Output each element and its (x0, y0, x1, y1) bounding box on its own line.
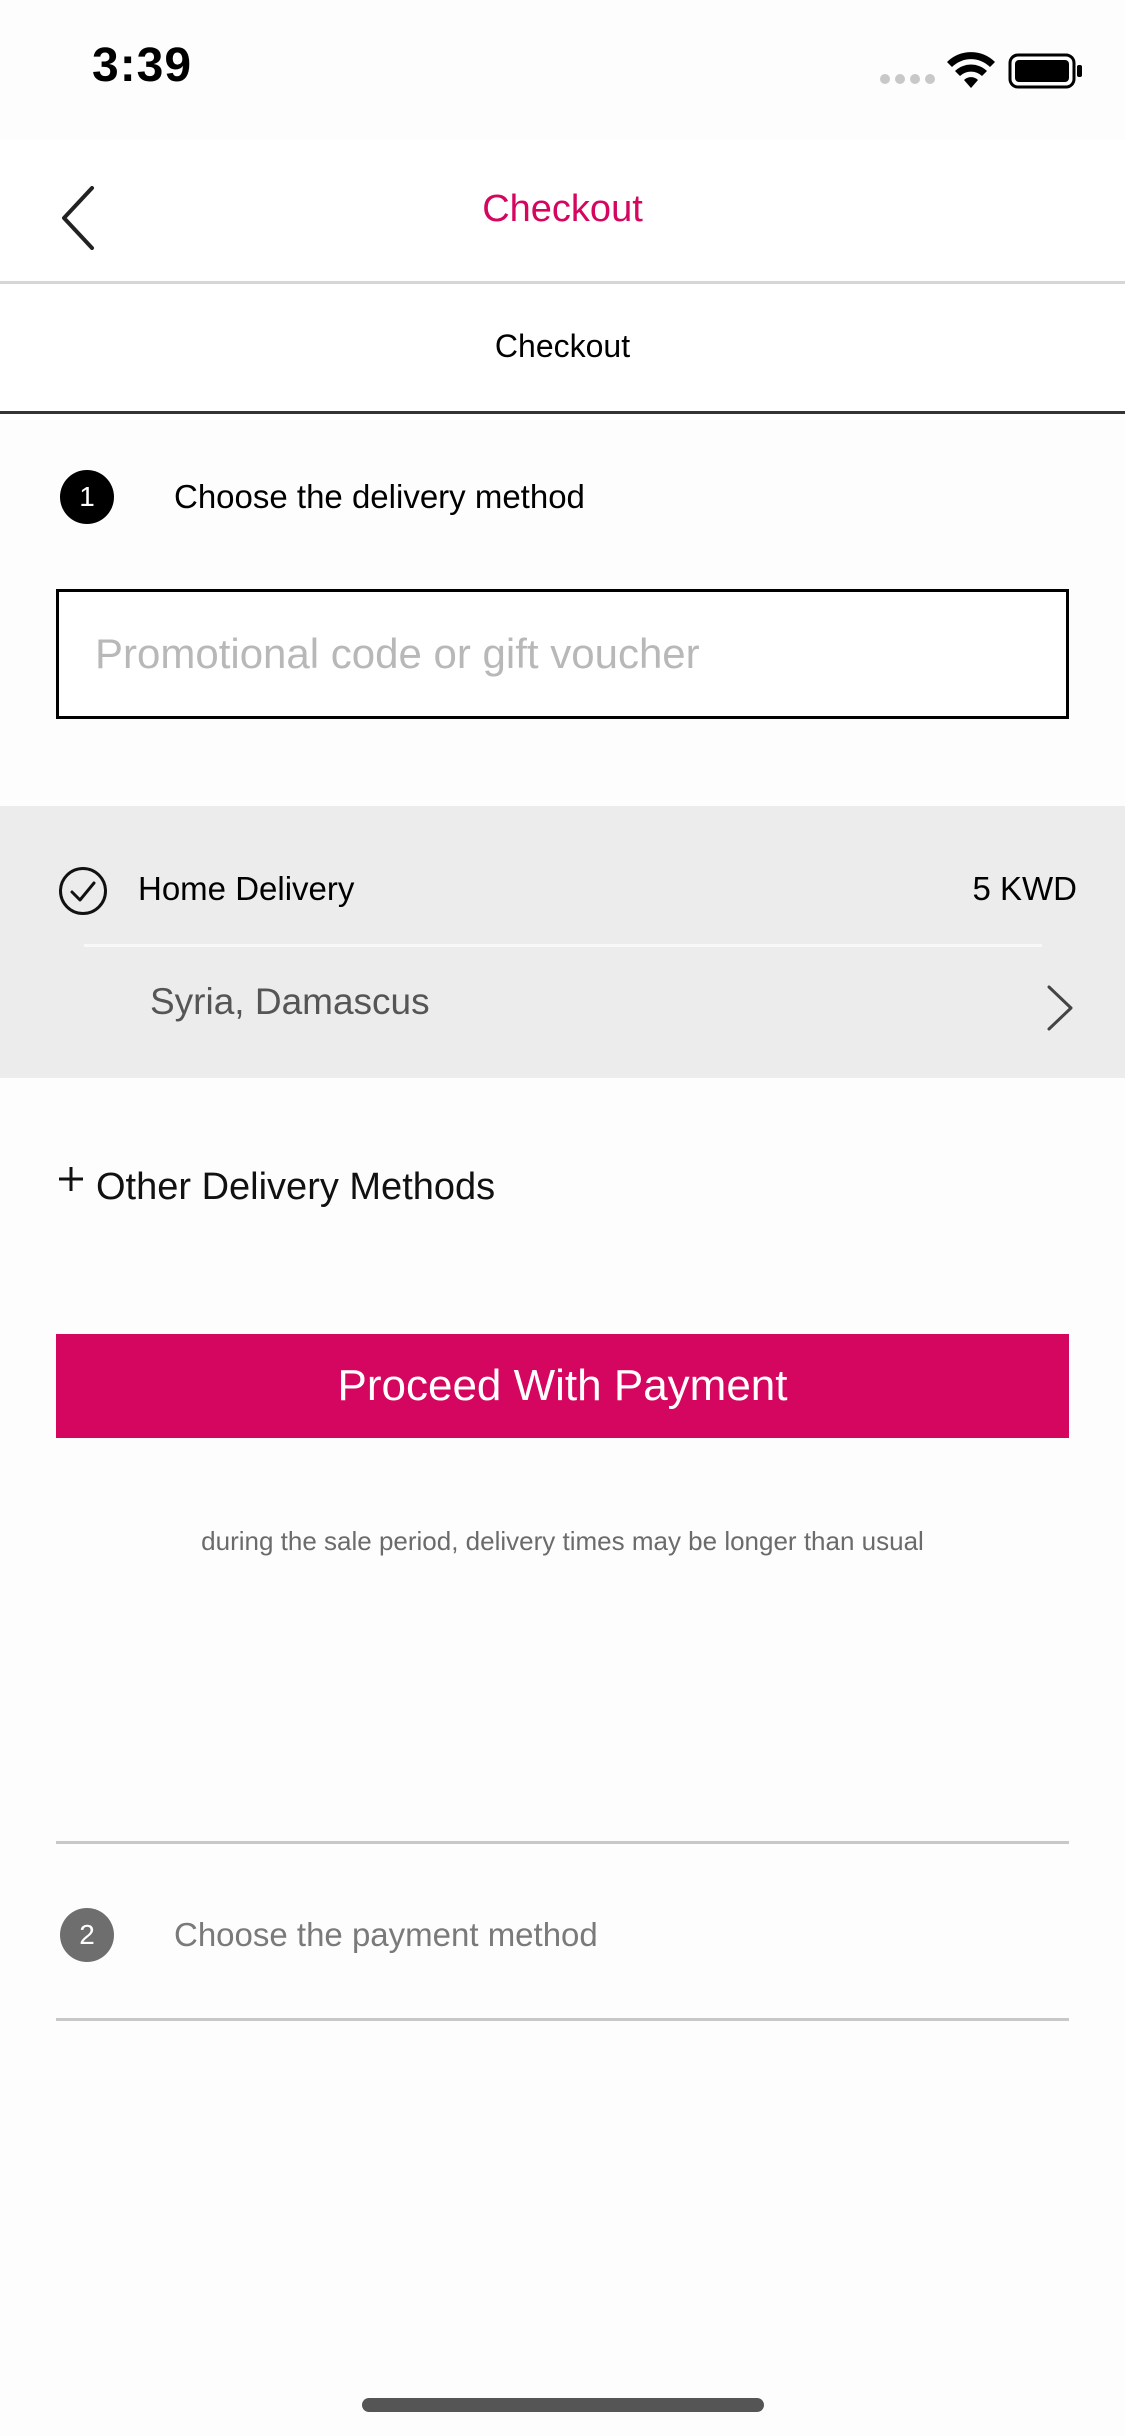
step-number-badge: 2 (60, 1908, 114, 1962)
promo-code-input[interactable] (56, 589, 1069, 719)
delivery-address-row[interactable]: Syria, Damascus (0, 947, 1125, 1078)
page-title: Checkout (482, 188, 643, 230)
checkout-tab: Checkout (0, 284, 1125, 414)
delivery-option-home[interactable]: Home Delivery 5 KWD Syria, Damascus (0, 806, 1125, 1078)
cellular-signal-icon (880, 74, 936, 86)
sale-period-note: during the sale period, delivery times m… (201, 1526, 924, 1556)
delivery-method-name: Home Delivery (138, 870, 355, 907)
other-delivery-methods-label: Other Delivery Methods (96, 1166, 496, 1208)
status-time: 3:39 (92, 39, 193, 92)
delivery-price: 5 KWD (972, 870, 1077, 907)
tab-label: Checkout (494, 328, 631, 364)
check-circle-icon (59, 867, 107, 915)
step-delivery-method: 1 Choose the delivery method (0, 452, 1125, 532)
divider (56, 2018, 1069, 2021)
chevron-right-icon (1047, 985, 1073, 1031)
wifi-icon (947, 52, 995, 88)
battery-icon (1008, 53, 1082, 89)
divider (56, 1841, 1069, 1844)
delivery-address: Syria, Damascus (150, 981, 430, 1022)
proceed-with-payment-button[interactable]: Proceed With Payment (56, 1334, 1069, 1438)
navigation-bar: Checkout (0, 140, 1125, 284)
step-payment-method[interactable]: 2 Choose the payment method (0, 1890, 1125, 1970)
step-number-badge: 1 (60, 470, 114, 524)
step-label: Choose the payment method (174, 1916, 598, 1953)
home-indicator[interactable] (362, 2398, 764, 2412)
status-bar: 3:39 (0, 0, 1125, 140)
step-label: Choose the delivery method (174, 478, 585, 515)
plus-icon (59, 1167, 83, 1191)
